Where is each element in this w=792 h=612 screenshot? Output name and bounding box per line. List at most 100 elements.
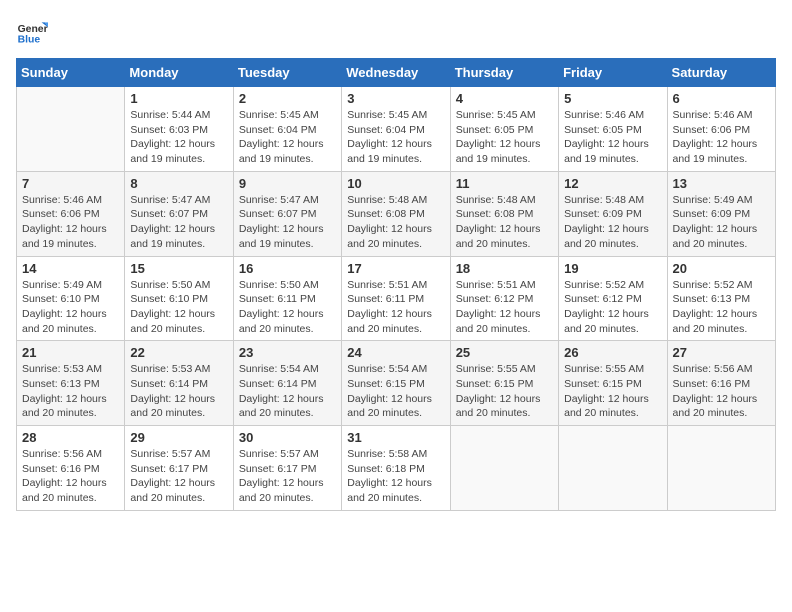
day-number: 7 (22, 176, 119, 191)
day-info: Sunrise: 5:46 AM Sunset: 6:06 PM Dayligh… (673, 108, 770, 167)
day-number: 16 (239, 261, 336, 276)
calendar-cell: 26Sunrise: 5:55 AM Sunset: 6:15 PM Dayli… (559, 341, 667, 426)
day-info: Sunrise: 5:54 AM Sunset: 6:14 PM Dayligh… (239, 362, 336, 421)
calendar-cell: 28 Sunrise: 5:56 AM Sunset: 6:16 PM Dayli… (17, 426, 125, 511)
calendar-cell: 9 Sunrise: 5:47 AM Sunset: 6:07 PM Daylig… (233, 171, 341, 256)
day-number: 14 (22, 261, 119, 276)
day-info: Sunrise: 5:45 AM Sunset: 6:05 PM Dayligh… (456, 108, 553, 167)
calendar-week-5: 28 Sunrise: 5:56 AM Sunset: 6:16 PM Dayli… (17, 426, 776, 511)
day-number: 21 (22, 345, 119, 360)
day-number: 8 (130, 176, 227, 191)
calendar-cell (667, 426, 775, 511)
day-number: 1 (130, 91, 227, 106)
day-number: 2 (239, 91, 336, 106)
day-number: 20 (673, 261, 770, 276)
day-number: 28 (22, 430, 119, 445)
day-number: 18 (456, 261, 553, 276)
day-number: 15 (130, 261, 227, 276)
day-number: 26 (564, 345, 661, 360)
day-number: 24 (347, 345, 444, 360)
day-info: Sunrise: 5:49 AM Sunset: 6:10 PM Dayligh… (22, 278, 119, 337)
calendar-week-3: 14 Sunrise: 5:49 AM Sunset: 6:10 PM Dayli… (17, 256, 776, 341)
calendar-cell: 29 Sunrise: 5:57 AM Sunset: 6:17 PM Dayli… (125, 426, 233, 511)
day-info: Sunrise: 5:48 AM Sunset: 6:08 PM Dayligh… (347, 193, 444, 252)
calendar-cell: 13Sunrise: 5:49 AM Sunset: 6:09 PM Dayli… (667, 171, 775, 256)
day-number: 31 (347, 430, 444, 445)
calendar-cell: 2 Sunrise: 5:45 AM Sunset: 6:04 PM Daylig… (233, 87, 341, 172)
day-info: Sunrise: 5:47 AM Sunset: 6:07 PM Dayligh… (239, 193, 336, 252)
weekday-thursday: Thursday (450, 59, 558, 87)
day-info: Sunrise: 5:45 AM Sunset: 6:04 PM Dayligh… (347, 108, 444, 167)
calendar-cell: 11 Sunrise: 5:48 AM Sunset: 6:08 PM Dayli… (450, 171, 558, 256)
day-number: 11 (456, 176, 553, 191)
day-info: Sunrise: 5:50 AM Sunset: 6:10 PM Dayligh… (130, 278, 227, 337)
day-info: Sunrise: 5:54 AM Sunset: 6:15 PM Dayligh… (347, 362, 444, 421)
calendar-week-4: 21 Sunrise: 5:53 AM Sunset: 6:13 PM Dayli… (17, 341, 776, 426)
day-info: Sunrise: 5:48 AM Sunset: 6:09 PM Dayligh… (564, 193, 661, 252)
day-number: 19 (564, 261, 661, 276)
calendar-cell: 5Sunrise: 5:46 AM Sunset: 6:05 PM Daylig… (559, 87, 667, 172)
day-info: Sunrise: 5:58 AM Sunset: 6:18 PM Dayligh… (347, 447, 444, 506)
day-number: 3 (347, 91, 444, 106)
day-number: 27 (673, 345, 770, 360)
day-info: Sunrise: 5:45 AM Sunset: 6:04 PM Dayligh… (239, 108, 336, 167)
calendar-cell: 20 Sunrise: 5:52 AM Sunset: 6:13 PM Dayli… (667, 256, 775, 341)
calendar-cell: 12 Sunrise: 5:48 AM Sunset: 6:09 PM Dayli… (559, 171, 667, 256)
calendar-cell: 31 Sunrise: 5:58 AM Sunset: 6:18 PM Dayli… (342, 426, 450, 511)
weekday-monday: Monday (125, 59, 233, 87)
day-info: Sunrise: 5:46 AM Sunset: 6:05 PM Dayligh… (564, 108, 661, 167)
weekday-header-row: SundayMondayTuesdayWednesdayThursdayFrid… (17, 59, 776, 87)
day-info: Sunrise: 5:55 AM Sunset: 6:15 PM Dayligh… (456, 362, 553, 421)
calendar-cell (17, 87, 125, 172)
svg-text:Blue: Blue (18, 34, 41, 45)
day-info: Sunrise: 5:47 AM Sunset: 6:07 PM Dayligh… (130, 193, 227, 252)
day-number: 30 (239, 430, 336, 445)
calendar-cell: 4 Sunrise: 5:45 AM Sunset: 6:05 PM Daylig… (450, 87, 558, 172)
day-info: Sunrise: 5:46 AM Sunset: 6:06 PM Dayligh… (22, 193, 119, 252)
day-info: Sunrise: 5:51 AM Sunset: 6:11 PM Dayligh… (347, 278, 444, 337)
day-info: Sunrise: 5:56 AM Sunset: 6:16 PM Dayligh… (22, 447, 119, 506)
calendar-cell: 30Sunrise: 5:57 AM Sunset: 6:17 PM Dayli… (233, 426, 341, 511)
calendar-body: 1Sunrise: 5:44 AM Sunset: 6:03 PM Daylig… (17, 87, 776, 511)
day-number: 12 (564, 176, 661, 191)
day-info: Sunrise: 5:56 AM Sunset: 6:16 PM Dayligh… (673, 362, 770, 421)
calendar-cell: 19 Sunrise: 5:52 AM Sunset: 6:12 PM Dayli… (559, 256, 667, 341)
calendar-cell: 25Sunrise: 5:55 AM Sunset: 6:15 PM Dayli… (450, 341, 558, 426)
page-header: General Blue (16, 16, 776, 48)
day-number: 9 (239, 176, 336, 191)
day-info: Sunrise: 5:53 AM Sunset: 6:14 PM Dayligh… (130, 362, 227, 421)
calendar-cell (450, 426, 558, 511)
calendar-week-2: 7 Sunrise: 5:46 AM Sunset: 6:06 PM Daylig… (17, 171, 776, 256)
day-info: Sunrise: 5:52 AM Sunset: 6:12 PM Dayligh… (564, 278, 661, 337)
day-number: 29 (130, 430, 227, 445)
logo: General Blue (16, 16, 52, 48)
weekday-friday: Friday (559, 59, 667, 87)
calendar-cell: 7 Sunrise: 5:46 AM Sunset: 6:06 PM Daylig… (17, 171, 125, 256)
calendar-cell: 1Sunrise: 5:44 AM Sunset: 6:03 PM Daylig… (125, 87, 233, 172)
day-number: 10 (347, 176, 444, 191)
calendar-cell: 6Sunrise: 5:46 AM Sunset: 6:06 PM Daylig… (667, 87, 775, 172)
day-number: 4 (456, 91, 553, 106)
logo-icon: General Blue (16, 16, 48, 48)
calendar-table: SundayMondayTuesdayWednesdayThursdayFrid… (16, 58, 776, 511)
day-info: Sunrise: 5:49 AM Sunset: 6:09 PM Dayligh… (673, 193, 770, 252)
weekday-tuesday: Tuesday (233, 59, 341, 87)
day-info: Sunrise: 5:48 AM Sunset: 6:08 PM Dayligh… (456, 193, 553, 252)
weekday-wednesday: Wednesday (342, 59, 450, 87)
calendar-week-1: 1Sunrise: 5:44 AM Sunset: 6:03 PM Daylig… (17, 87, 776, 172)
day-info: Sunrise: 5:51 AM Sunset: 6:12 PM Dayligh… (456, 278, 553, 337)
day-number: 22 (130, 345, 227, 360)
day-info: Sunrise: 5:50 AM Sunset: 6:11 PM Dayligh… (239, 278, 336, 337)
calendar-cell: 14 Sunrise: 5:49 AM Sunset: 6:10 PM Dayli… (17, 256, 125, 341)
weekday-sunday: Sunday (17, 59, 125, 87)
calendar-cell: 17Sunrise: 5:51 AM Sunset: 6:11 PM Dayli… (342, 256, 450, 341)
calendar-cell: 8 Sunrise: 5:47 AM Sunset: 6:07 PM Daylig… (125, 171, 233, 256)
calendar-cell: 22 Sunrise: 5:53 AM Sunset: 6:14 PM Dayli… (125, 341, 233, 426)
calendar-cell: 15 Sunrise: 5:50 AM Sunset: 6:10 PM Dayli… (125, 256, 233, 341)
svg-text:General: General (18, 24, 48, 35)
day-info: Sunrise: 5:57 AM Sunset: 6:17 PM Dayligh… (130, 447, 227, 506)
day-info: Sunrise: 5:52 AM Sunset: 6:13 PM Dayligh… (673, 278, 770, 337)
weekday-saturday: Saturday (667, 59, 775, 87)
day-info: Sunrise: 5:53 AM Sunset: 6:13 PM Dayligh… (22, 362, 119, 421)
calendar-cell (559, 426, 667, 511)
